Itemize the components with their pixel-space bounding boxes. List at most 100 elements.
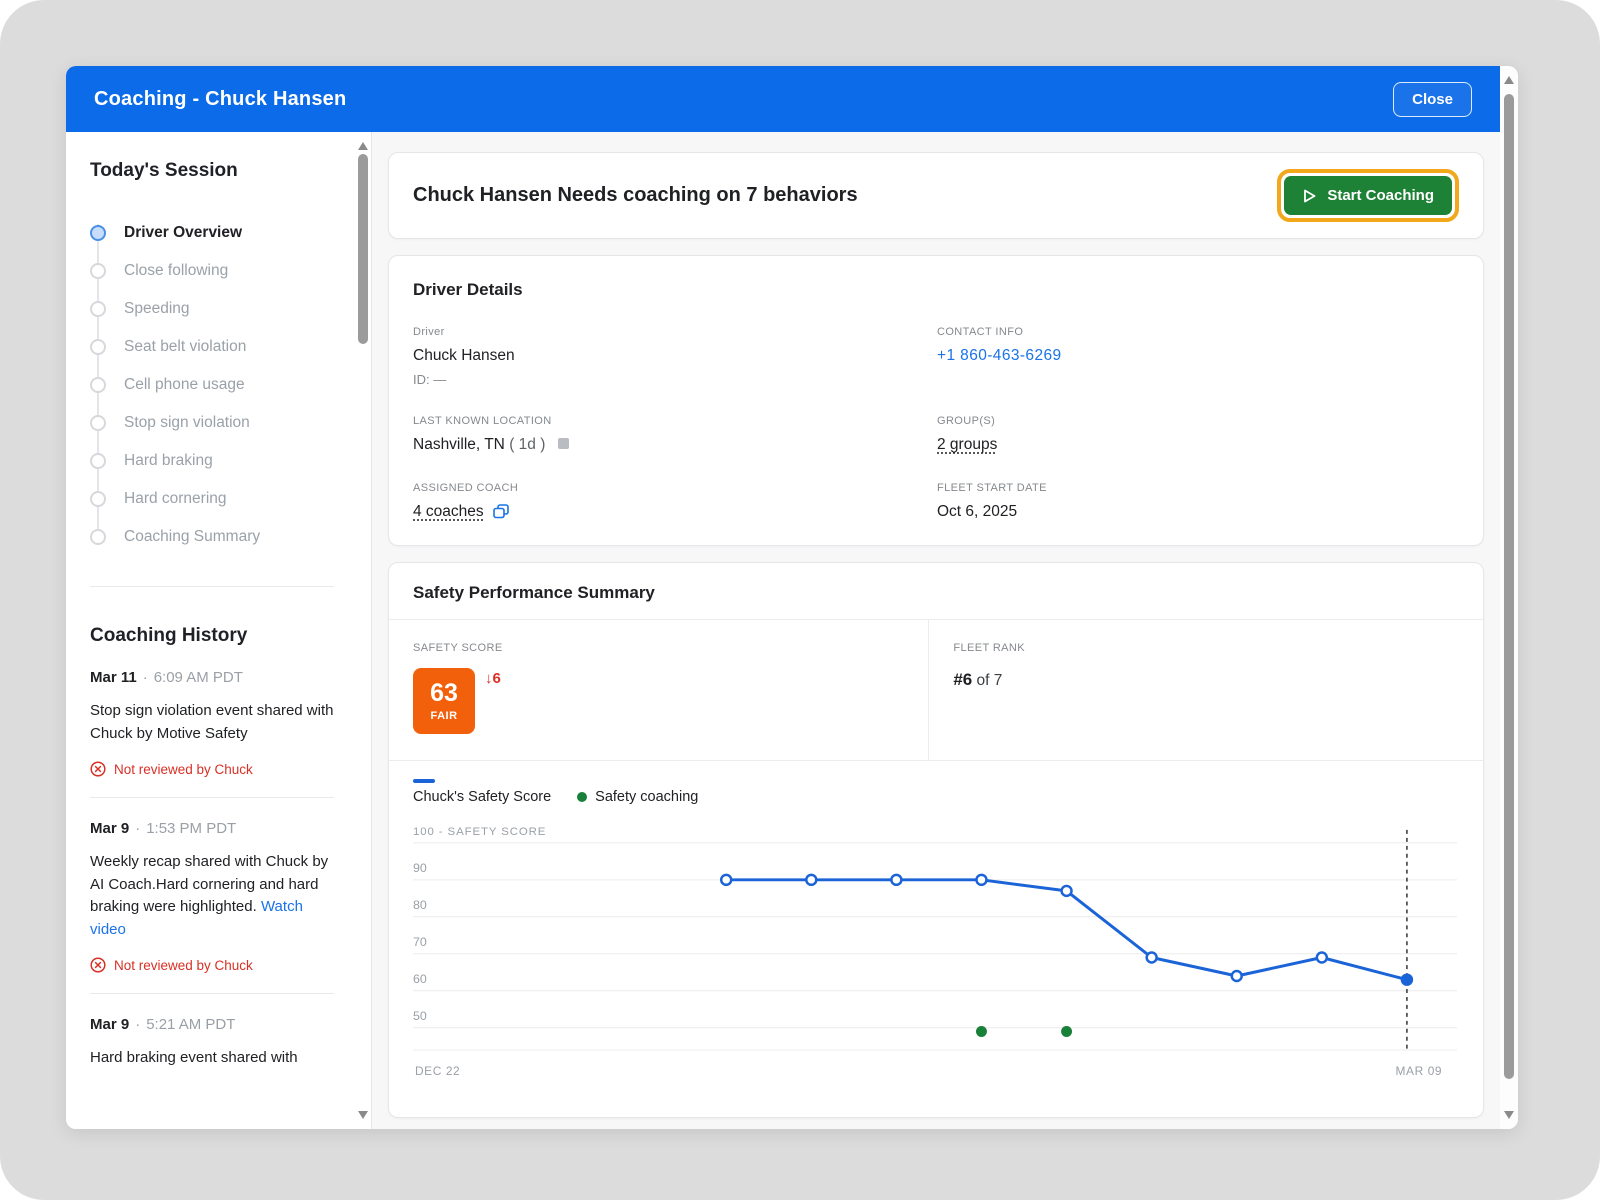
session-step[interactable]: Hard cornering: [90, 480, 334, 518]
fleet-rank-cell: FLEET RANK #6 of 7: [928, 620, 1483, 760]
session-step[interactable]: Close following: [90, 252, 334, 290]
history-date-row: Mar 9·1:53 PM PDT: [90, 820, 334, 837]
location-value: Nashville, TN ( 1d ): [413, 436, 937, 454]
location-city: Nashville, TN: [413, 436, 505, 453]
sidebar-scrollbar-thumb[interactable]: [358, 154, 368, 344]
session-sidebar: Today's Session Driver Overview Close fo…: [66, 132, 354, 1129]
session-step-label: Stop sign violation: [124, 414, 250, 432]
session-steps: Driver Overview Close following Speeding…: [90, 214, 334, 556]
history-title: Coaching History: [90, 625, 334, 647]
start-coaching-label: Start Coaching: [1327, 187, 1434, 204]
history-text-body: Hard braking event shared with: [90, 1049, 298, 1066]
safety-summary-card: Safety Performance Summary SAFETY SCORE …: [388, 562, 1484, 1118]
driver-label: Driver: [413, 326, 937, 338]
safety-score-chart-svg: 100 - SAFETY SCORE9080706050DEC 22MAR 09: [409, 813, 1463, 1103]
svg-text:80: 80: [413, 897, 427, 911]
step-circle-icon: [90, 529, 106, 545]
svg-text:MAR 09: MAR 09: [1396, 1063, 1443, 1077]
session-step[interactable]: Coaching Summary: [90, 518, 334, 556]
history-date: Mar 9: [90, 820, 129, 837]
svg-text:50: 50: [413, 1008, 427, 1022]
line-swatch-icon: [413, 779, 435, 783]
driver-details-title: Driver Details: [413, 280, 1459, 300]
main-scrollbar[interactable]: [1500, 66, 1518, 1129]
safety-summary-title: Safety Performance Summary: [389, 563, 1483, 619]
messages-icon[interactable]: [492, 503, 510, 521]
session-step[interactable]: Cell phone usage: [90, 366, 334, 404]
history-text: Weekly recap shared with Chuck by AI Coa…: [90, 851, 334, 941]
history-date: Mar 9: [90, 1016, 129, 1033]
legend-events-label: Safety coaching: [595, 789, 698, 805]
main-content: Chuck Hansen Needs coaching on 7 behavio…: [372, 132, 1500, 1129]
safety-score-cell: SAFETY SCORE 63 FAIR ↓6: [389, 620, 928, 760]
history-item: Mar 9 · 5:21 AM PDT Hard braking event sha…: [90, 994, 334, 1090]
coaching-history-list: Mar 11·6:09 AM PDT Stop sign violation e…: [90, 647, 334, 1090]
driver-name: Chuck Hansen: [413, 347, 937, 365]
safety-score-label: SAFETY SCORE: [413, 642, 904, 654]
sidebar-scrollbar[interactable]: [354, 132, 372, 1129]
history-status: Not reviewed by Chuck: [114, 958, 253, 973]
step-circle-icon: [90, 263, 106, 279]
session-step-label: Hard cornering: [124, 490, 227, 508]
session-step-label: Cell phone usage: [124, 376, 245, 394]
history-text: Hard braking event shared with: [90, 1047, 334, 1070]
history-status: Not reviewed by Chuck: [114, 762, 253, 777]
contact-phone-link[interactable]: +1 860-463-6269: [937, 347, 1459, 365]
history-date-row: Mar 11 · 6:09 AM PDT: [90, 669, 334, 686]
step-circle-icon: [90, 225, 106, 241]
coach-field: ASSIGNED COACH 4 coaches: [413, 482, 937, 521]
history-status-row: Not reviewed by Chuck: [90, 761, 334, 777]
session-step[interactable]: Driver Overview: [90, 214, 334, 252]
contact-label: CONTACT INFO: [937, 326, 1459, 338]
history-time: 6:09 AM PDT: [154, 669, 243, 686]
legend-safety-score: Chuck's Safety Score: [413, 779, 551, 805]
not-reviewed-icon: [90, 761, 106, 777]
groups-field: GROUP(S) 2 groups: [937, 415, 1459, 454]
history-time: 5:21 AM PDT: [146, 1016, 235, 1033]
session-step-label: Hard braking: [124, 452, 213, 470]
session-step[interactable]: Seat belt violation: [90, 328, 334, 366]
session-step-label: Speeding: [124, 300, 190, 318]
history-item: Mar 11·6:09 AM PDT Stop sign violation e…: [90, 647, 334, 798]
close-button[interactable]: Close: [1393, 82, 1472, 117]
step-circle-icon: [90, 339, 106, 355]
history-date: Mar 11: [90, 669, 137, 686]
fleet-rank-value: #6 of 7: [953, 670, 1459, 690]
step-circle-icon: [90, 301, 106, 317]
chart-legend: Chuck's Safety Score Safety coaching: [389, 761, 1483, 809]
dot-separator: ·: [135, 1016, 140, 1033]
scroll-down-icon[interactable]: [358, 1111, 368, 1119]
start-coaching-button[interactable]: Start Coaching: [1284, 176, 1452, 215]
session-step-label: Coaching Summary: [124, 528, 260, 546]
session-step[interactable]: Stop sign violation: [90, 404, 334, 442]
fleet-rank-suffix: of 7: [972, 672, 1002, 689]
groups-label: GROUP(S): [937, 415, 1459, 427]
session-step-label: Seat belt violation: [124, 338, 246, 356]
safety-score-delta: ↓6: [485, 670, 501, 687]
groups-link[interactable]: 2 groups: [937, 436, 1459, 454]
coaches-link[interactable]: 4 coaches: [413, 503, 484, 521]
svg-text:DEC 22: DEC 22: [415, 1063, 460, 1077]
modal-title: Coaching - Chuck Hansen: [94, 88, 346, 111]
dot-separator: ·: [143, 669, 148, 686]
step-circle-icon: [90, 415, 106, 431]
safety-score-rating: FAIR: [430, 710, 457, 722]
location-age: ( 1d ): [509, 436, 545, 453]
driver-details-card: Driver Details Driver Chuck Hansen ID: —…: [388, 255, 1484, 546]
step-circle-icon: [90, 377, 106, 393]
scroll-up-icon[interactable]: [358, 142, 368, 150]
session-step[interactable]: Hard braking: [90, 442, 334, 480]
driver-field: Driver Chuck Hansen ID: —: [413, 326, 937, 387]
highlight-ring: Start Coaching: [1277, 169, 1459, 222]
step-circle-icon: [90, 491, 106, 507]
session-step[interactable]: Speeding: [90, 290, 334, 328]
svg-text:60: 60: [413, 971, 427, 985]
scroll-up-icon[interactable]: [1504, 76, 1514, 84]
main-scrollbar-thumb[interactable]: [1504, 94, 1514, 1079]
history-time: 1:53 PM PDT: [146, 820, 236, 837]
coaching-banner: Chuck Hansen Needs coaching on 7 behavio…: [388, 152, 1484, 239]
fleet-start-field: FLEET START DATE Oct 6, 2025: [937, 482, 1459, 521]
session-step-label: Driver Overview: [124, 224, 242, 242]
legend-series-label: Chuck's Safety Score: [413, 789, 551, 805]
scroll-down-icon[interactable]: [1504, 1111, 1514, 1119]
